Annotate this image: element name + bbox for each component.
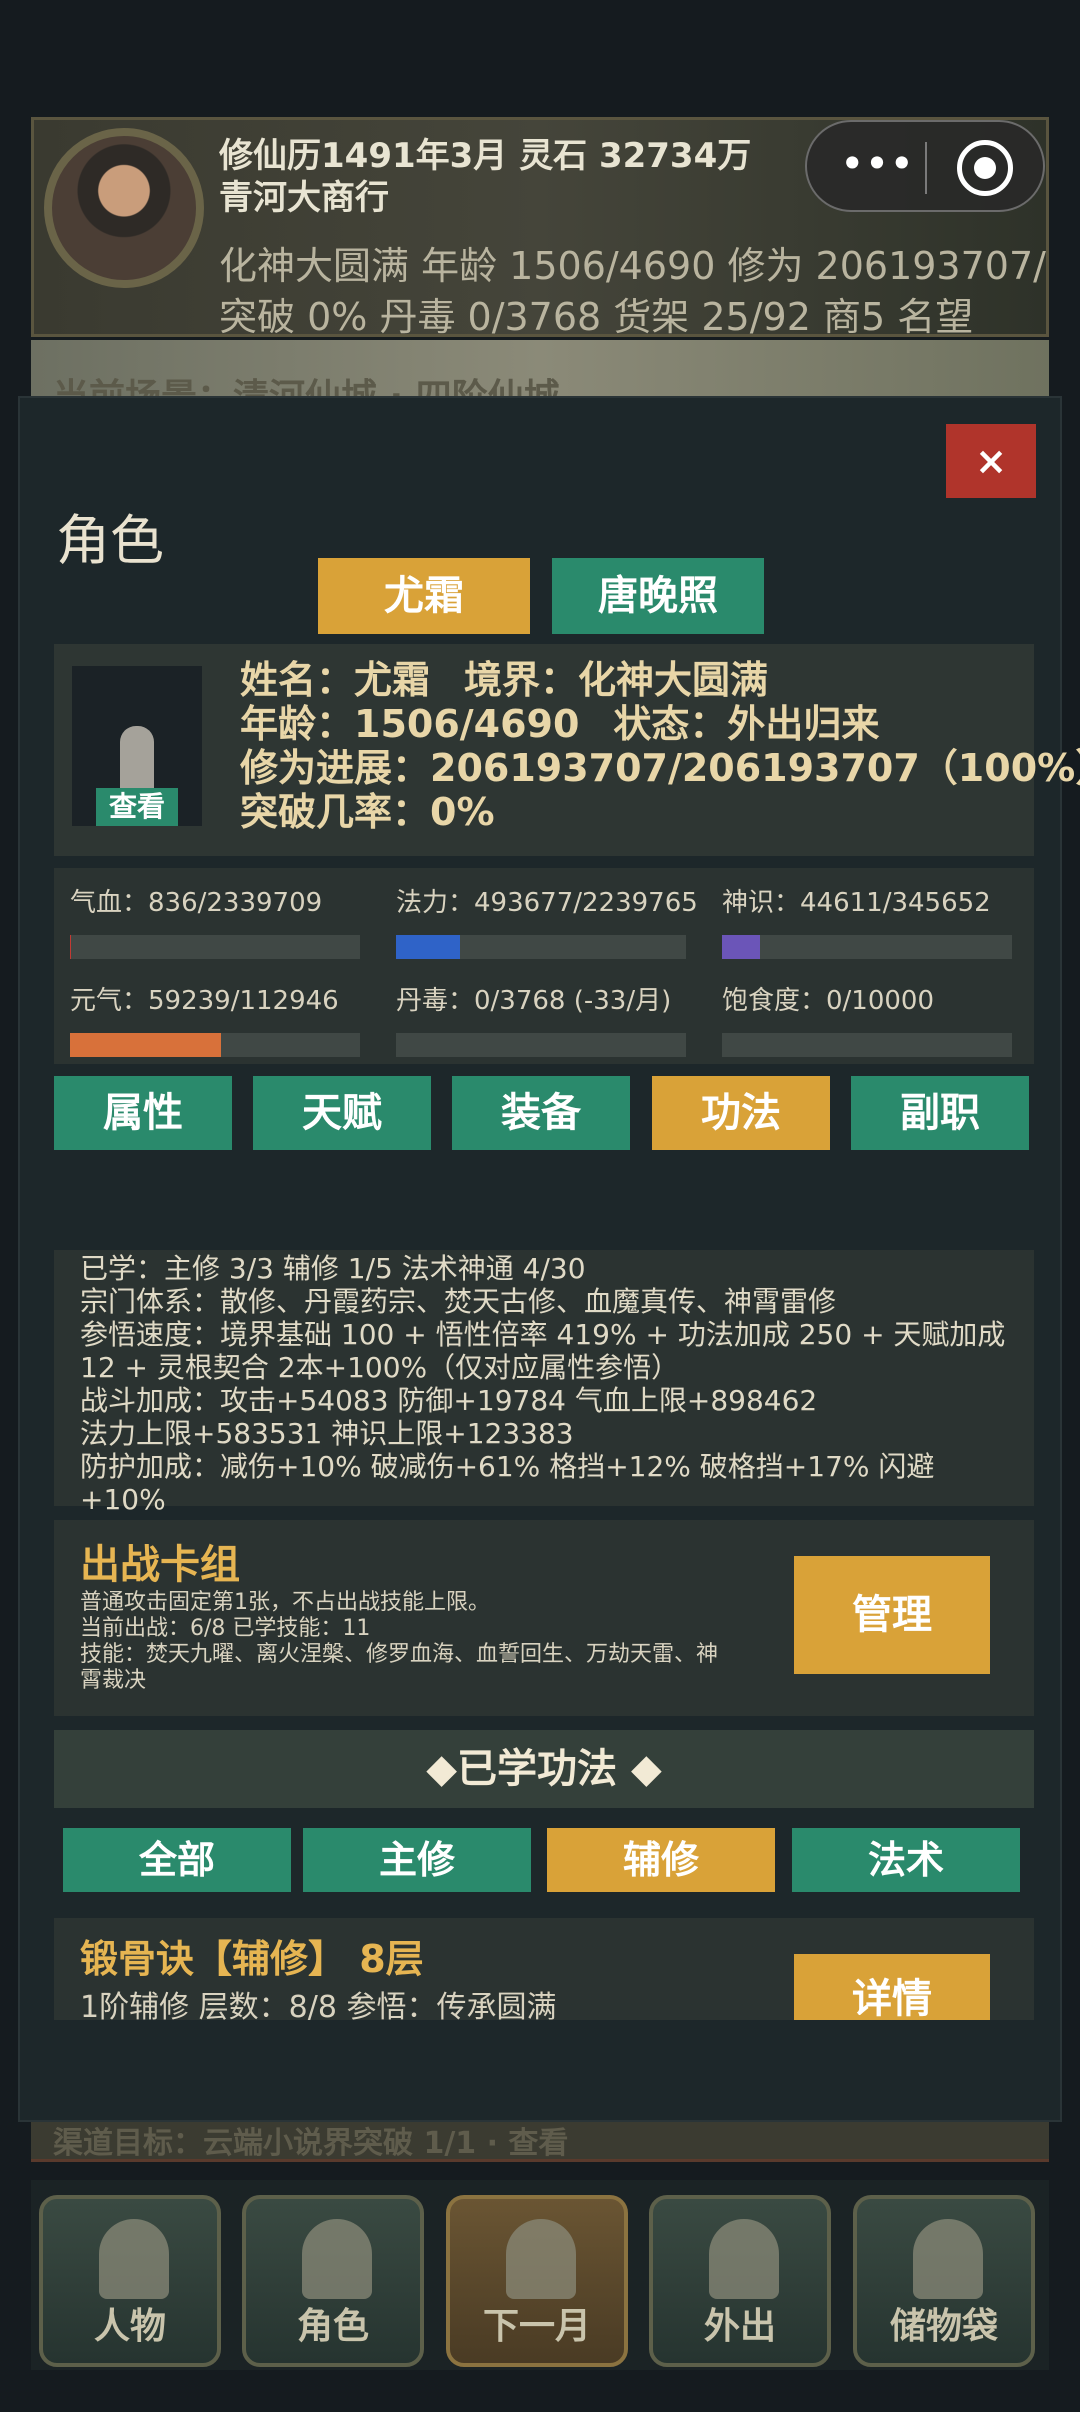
stat-bar-fill [722,935,760,959]
bag-icon [913,2219,983,2299]
character-tab-youshuang[interactable]: 尤霜 [318,558,530,634]
name-field: 姓名：尤霜 [240,658,431,702]
summary-line: 宗门体系：散修、丹霞药宗、焚天古修、血魔真传、神霄雷修 [80,1285,837,1318]
stat-label: 饱食度：0/10000 [722,986,935,1016]
close-miniprogram-icon[interactable] [957,140,1013,196]
character-modal: × 角色 尤霜 唐晚照 查看 姓名：尤霜 境界：化神大圆满 年龄：1506/469… [18,396,1080,2122]
stat-label: 气血：836/2339709 [70,888,323,918]
deck-line: 普通攻击固定第1张，不占出战技能上限。 [80,1590,490,1615]
stats-card: 气血：836/2339709 法力：493677/2239765 神识：4461… [54,868,1034,1064]
bottom-navigation: 人物 角色 下一月 外出 储物袋 [31,2180,1049,2370]
tab-attributes[interactable]: 属性 [54,1076,232,1150]
view-button[interactable]: 查看 [96,788,178,826]
deck-lines: 普通攻击固定第1张，不占出战技能上限。 当前出战：6/8 已学技能：11 技能：… [80,1590,760,1694]
character-info-lines: 姓名：尤霜 境界：化神大圆满 年龄：1506/4690 状态：外出归来 修为进展：2… [240,658,1080,834]
stat-bar [396,1033,686,1057]
nav-character[interactable]: 角色 [242,2195,424,2367]
stat-bar [70,935,360,959]
detail-button[interactable]: 详情 [794,1954,990,2020]
stat-satiety: 饱食度：0/10000 [722,980,1012,1057]
summary-line: 防护加成：减伤+10% 破减伤+61% 格挡+12% 破格挡+17% 闪避+10… [80,1450,935,1516]
stat-bar [722,935,1012,959]
technique-list-item: 锻骨诀【辅修】 8层 1阶辅修 层数：8/8 参悟：传承圆满 详情 [54,1918,1034,2020]
status-strip-text: 渠道目标：云端小说界突破 1/1 · 查看 [53,2126,569,2161]
progress-field: 修为进展：206193707/206193707（100%） [240,746,1080,790]
deck-title: 出战卡组 [80,1542,240,1588]
nav-label: 下一月 [482,2306,591,2347]
filter-spells[interactable]: 法术 [792,1828,1020,1892]
state-field: 状态：外出归来 [613,702,880,746]
flag-icon [506,2219,576,2299]
nav-person[interactable]: 人物 [39,2195,221,2367]
deck-line: 当前出战：6/8 已学技能：11 [80,1616,371,1641]
modal-title: 角色 [56,509,164,572]
stat-pill-toxicity: 丹毒：0/3768 (-33/月) [396,980,686,1057]
nav-label: 人物 [93,2306,166,2347]
stat-label: 丹毒：0/3768 (-33/月) [396,986,672,1016]
deck-line: 霄裁决 [80,1668,147,1693]
realm-field: 境界：化神大圆满 [464,658,769,702]
stat-vitality: 元气：59239/112946 [70,980,360,1057]
stat-bar [722,1033,1012,1057]
nav-label: 角色 [296,2306,369,2347]
stat-bar-fill [70,1033,221,1057]
nav-label: 储物袋 [889,2306,998,2347]
summary-line: 已学：主修 3/3 辅修 1/5 法术神通 4/30 [80,1252,586,1285]
tab-equipment[interactable]: 装备 [452,1076,630,1150]
character-tab-tangwanzhao[interactable]: 唐晚照 [552,558,764,634]
capsule-divider [925,142,927,194]
manage-button[interactable]: 管理 [794,1556,990,1674]
header-stats-row-2: 突破 0% 丹毒 0/3768 货架 25/92 商5 名望 [219,295,974,339]
character-portrait: 查看 [72,666,202,826]
technique-meta: 1阶辅修 层数：8/8 参悟：传承圆满 [80,1990,557,2020]
stat-hp: 气血：836/2339709 [70,882,360,959]
stat-spirit-sense: 神识：44611/345652 [722,882,1012,959]
character-info-card: 查看 姓名：尤霜 境界：化神大圆满 年龄：1506/4690 状态：外出归来 修为进… [54,644,1080,856]
tab-techniques[interactable]: 功法 [652,1076,830,1150]
close-button[interactable]: × [946,424,1036,498]
stat-label: 法力：493677/2239765 [396,888,698,918]
stat-label: 神识：44611/345652 [722,888,991,918]
nav-storage-bag[interactable]: 储物袋 [853,2195,1035,2367]
stat-bar [396,935,686,959]
stat-bar [70,1033,360,1057]
technique-summary: 已学：主修 3/3 辅修 1/5 法术神通 4/30 宗门体系：散修、丹霞药宗、… [54,1250,1034,1516]
age-field: 年龄：1506/4690 [240,702,580,746]
stat-bar-fill [396,935,460,959]
miniprogram-capsule: ••• [805,120,1045,212]
more-icon[interactable]: ••• [837,142,917,192]
shop-name: 青河大商行 [219,178,389,218]
status-strip: 渠道目标：云端小说界突破 1/1 · 查看 [31,2118,1049,2162]
player-avatar[interactable] [44,128,204,288]
stat-mana: 法力：493677/2239765 [396,882,698,959]
summary-line: 法力上限+583531 神识上限+123383 [80,1417,574,1450]
nav-travel[interactable]: 外出 [649,2195,831,2367]
summary-line: 参悟速度：境界基础 100 + 悟性倍率 419% + 功法加成 250 + 天… [80,1318,1006,1351]
learned-techniques-header: ◆已学功法 ◆ [54,1730,1034,1808]
filter-all[interactable]: 全部 [63,1828,291,1892]
breakthrough-field: 突破几率：0% [240,790,495,834]
nav-label: 外出 [703,2306,776,2347]
nav-next-month[interactable]: 下一月 [446,2195,628,2367]
technique-name: 锻骨诀【辅修】 8层 [80,1937,424,1981]
filter-auxiliary[interactable]: 辅修 [547,1828,775,1892]
deck-line: 技能：焚天九曜、离火涅槃、修罗血海、血誓回生、万劫天雷、神 [80,1642,719,1667]
travel-icon [709,2219,779,2299]
tab-side-jobs[interactable]: 副职 [851,1076,1029,1150]
character-figure-icon [120,726,154,796]
summary-line: 12 + 灵根契合 2本+100%（仅对应属性参悟） [80,1351,680,1384]
tab-talents[interactable]: 天赋 [253,1076,431,1150]
filter-main[interactable]: 主修 [303,1828,531,1892]
stat-label: 元气：59239/112946 [70,986,339,1016]
battle-deck-card: 出战卡组 普通攻击固定第1张，不占出战技能上限。 当前出战：6/8 已学技能：1… [54,1520,1034,1716]
person-icon [99,2219,169,2299]
header-stats-row-1: 化神大圆满 年龄 1506/4690 修为 206193707/ [219,244,1046,288]
summary-line: 战斗加成：攻击+54083 防御+19784 气血上限+898462 [80,1384,818,1417]
character-icon [302,2219,372,2299]
